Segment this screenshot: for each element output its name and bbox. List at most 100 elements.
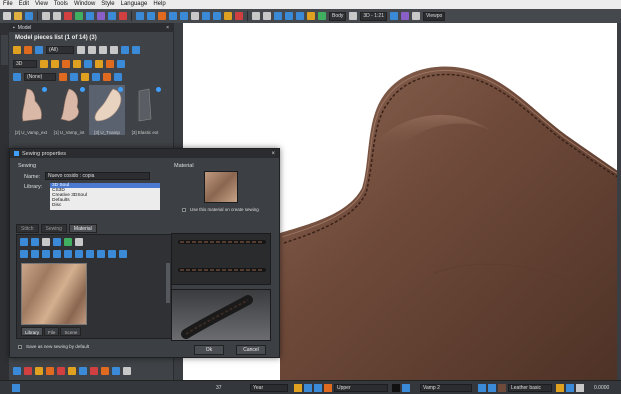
subtab-scene[interactable]: Scene xyxy=(60,327,82,336)
sort-icon[interactable] xyxy=(13,46,21,54)
piece-tool-icon[interactable] xyxy=(84,60,92,68)
menu-language[interactable]: Language xyxy=(121,0,148,9)
first-page-icon[interactable] xyxy=(77,46,85,54)
tool-icon[interactable] xyxy=(81,73,89,81)
paint-icon[interactable] xyxy=(97,12,105,20)
material-tool-icon[interactable] xyxy=(75,250,83,258)
tool-icon[interactable] xyxy=(70,73,78,81)
material-tool-icon[interactable] xyxy=(86,250,94,258)
offset-icon[interactable] xyxy=(180,12,188,20)
piece-tool-icon[interactable] xyxy=(35,367,43,375)
status-tool-icon[interactable] xyxy=(304,384,312,392)
piece-tool-icon[interactable] xyxy=(68,367,76,375)
upper-select[interactable]: Upper xyxy=(334,384,388,392)
save-default-checkbox[interactable] xyxy=(18,345,22,349)
remove-piece-icon[interactable] xyxy=(24,367,32,375)
check-icon[interactable] xyxy=(75,12,83,20)
status-tool-icon[interactable] xyxy=(576,384,584,392)
material-scrollbar[interactable] xyxy=(166,263,170,303)
menu-view[interactable]: View xyxy=(35,0,48,9)
mode-select[interactable]: 3D xyxy=(13,60,37,68)
menu-style[interactable]: Style xyxy=(101,0,114,9)
year-select[interactable]: Year xyxy=(250,384,288,392)
dialog-close-icon[interactable]: × xyxy=(271,151,275,157)
undo-icon[interactable] xyxy=(42,12,50,20)
last-page-icon[interactable] xyxy=(110,46,118,54)
piece-tool-icon[interactable] xyxy=(73,60,81,68)
list-view-icon[interactable] xyxy=(132,46,140,54)
piece-tool-icon[interactable] xyxy=(57,367,65,375)
subtab-library[interactable]: Library xyxy=(21,327,44,336)
pan-icon[interactable] xyxy=(285,12,293,20)
measure-icon[interactable] xyxy=(191,12,199,20)
filter-select[interactable]: (All) xyxy=(46,46,74,54)
use-material-checkbox[interactable] xyxy=(182,208,186,212)
piece-tool-icon[interactable] xyxy=(46,367,54,375)
material-tool-icon[interactable] xyxy=(97,250,105,258)
material-tool-icon[interactable] xyxy=(31,250,39,258)
material-tool-icon[interactable] xyxy=(64,238,72,246)
material-tool-icon[interactable] xyxy=(64,250,72,258)
move-icon[interactable] xyxy=(252,12,260,20)
filter-icon[interactable] xyxy=(35,46,43,54)
menu-window[interactable]: Window xyxy=(74,0,95,9)
delete-icon[interactable] xyxy=(64,12,72,20)
subtab-file[interactable]: File xyxy=(44,327,60,336)
light-icon[interactable] xyxy=(307,12,315,20)
tool-icon[interactable] xyxy=(114,73,122,81)
piece-tool-icon[interactable] xyxy=(95,60,103,68)
status-tool-icon[interactable] xyxy=(566,384,574,392)
status-tool-icon[interactable] xyxy=(402,384,410,392)
point-icon[interactable] xyxy=(158,12,166,20)
group-icon[interactable] xyxy=(24,46,32,54)
body-select[interactable]: Body xyxy=(329,11,347,21)
status-tool-icon[interactable] xyxy=(314,384,322,392)
piece-tool-icon[interactable] xyxy=(123,367,131,375)
rotate-icon[interactable] xyxy=(202,12,210,20)
material-tool-icon[interactable] xyxy=(42,238,50,246)
material-select[interactable]: Leather basic xyxy=(508,384,552,392)
view-cube-icon[interactable] xyxy=(349,12,358,20)
next-page-icon[interactable] xyxy=(99,46,107,54)
piece-tool-icon[interactable] xyxy=(101,367,109,375)
tool-icon[interactable] xyxy=(103,73,111,81)
piece-thumb-selected[interactable]: [3] U_Tvamp xyxy=(89,85,125,135)
copy-icon[interactable] xyxy=(108,12,116,20)
ok-button[interactable]: Ok xyxy=(194,345,224,355)
open-folder-icon[interactable] xyxy=(14,12,22,20)
piece-tool-icon[interactable] xyxy=(40,60,48,68)
zoom-icon[interactable] xyxy=(274,12,282,20)
piece-tool-icon[interactable] xyxy=(79,367,87,375)
material-thumbnail[interactable] xyxy=(21,263,87,325)
piece-tool-icon[interactable] xyxy=(106,60,114,68)
status-tool-icon[interactable] xyxy=(12,384,20,392)
orbit-icon[interactable] xyxy=(296,12,304,20)
tool-icon[interactable] xyxy=(59,73,67,81)
view-select[interactable]: 3D - 1:21 xyxy=(360,11,387,21)
piece-thumb[interactable]: [1] U_Vamp_int xyxy=(51,85,87,135)
camera-icon[interactable] xyxy=(389,12,398,20)
name-field[interactable]: Nuevo cosido : copia xyxy=(45,172,150,180)
new-file-icon[interactable] xyxy=(3,12,11,20)
color-swatch[interactable] xyxy=(392,384,400,392)
piece-icon[interactable] xyxy=(136,12,144,20)
curve-icon[interactable] xyxy=(169,12,177,20)
piece-tool-icon[interactable] xyxy=(62,60,70,68)
piece-tool-icon[interactable] xyxy=(117,60,125,68)
vamp-select[interactable]: Vamp 2 xyxy=(420,384,472,392)
material-tool-icon[interactable] xyxy=(20,238,28,246)
menu-help[interactable]: Help xyxy=(153,0,165,9)
line-icon[interactable] xyxy=(147,12,155,20)
status-tool-icon[interactable] xyxy=(488,384,496,392)
piece-tool-icon[interactable] xyxy=(112,367,120,375)
library-item[interactable]: Disc xyxy=(52,203,158,208)
menu-edit[interactable]: Edit xyxy=(19,0,29,9)
cut-icon[interactable] xyxy=(119,12,127,20)
dock-tab-model[interactable] xyxy=(1,35,8,65)
tab-stitch[interactable]: Stitch xyxy=(16,224,39,233)
material-tool-icon[interactable] xyxy=(20,250,28,258)
render-icon[interactable] xyxy=(400,12,409,20)
select-icon[interactable] xyxy=(86,12,94,20)
piece-thumb[interactable]: [3] Elastic ext xyxy=(127,85,163,135)
save-icon[interactable] xyxy=(25,12,33,20)
